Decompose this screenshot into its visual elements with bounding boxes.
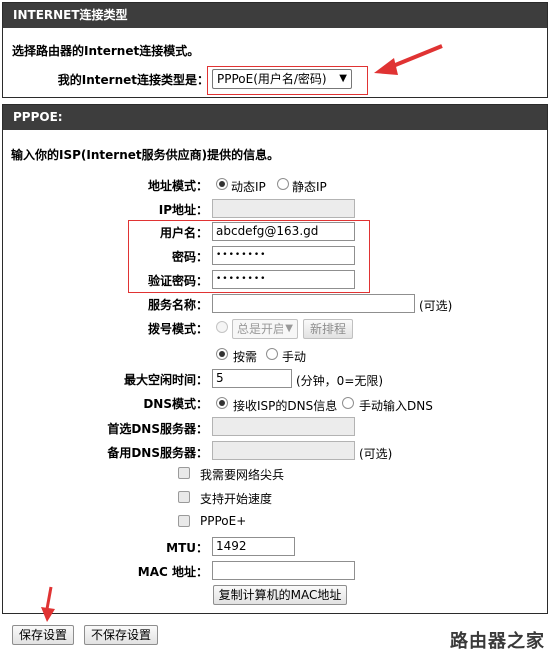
net-sentinel-checkbox[interactable] <box>178 467 190 479</box>
pppoe-section-description: 输入你的ISP(Internet服务供应商)提供的信息。 <box>11 148 280 162</box>
dont-save-settings-button[interactable]: 不保存设置 <box>84 625 158 645</box>
annotation-arrow-icon <box>374 44 443 75</box>
max-idle-input[interactable]: 5 <box>212 369 292 388</box>
watermark-logo: 路由器之家 <box>450 631 545 652</box>
mtu-input[interactable]: 1492 <box>212 537 295 556</box>
address-mode-label: 地址模式： <box>147 179 208 193</box>
dns-from-isp-label: 接收ISP的DNS信息 <box>233 399 338 413</box>
pppoe-plus-checkbox[interactable] <box>178 515 190 527</box>
start-speed-label: 支持开始速度 <box>200 492 273 506</box>
ip-address-input[interactable] <box>212 199 355 218</box>
static-ip-label: 静态IP <box>292 180 327 194</box>
secondary-dns-optional-note: (可选) <box>359 447 393 461</box>
mac-address-label: MAC 地址： <box>137 565 208 579</box>
internet-section-header: INTERNET连接类型 <box>3 3 547 28</box>
primary-dns-input[interactable] <box>212 417 355 436</box>
secondary-dns-label: 备用DNS服务器： <box>107 446 208 460</box>
service-name-optional-note: (可选) <box>419 299 453 313</box>
dynamic-ip-radio[interactable] <box>216 178 228 190</box>
new-schedule-button[interactable]: 新排程 <box>303 319 353 339</box>
start-speed-checkbox[interactable] <box>178 491 190 503</box>
primary-dns-label: 首选DNS服务器： <box>107 422 208 436</box>
save-settings-button[interactable]: 保存设置 <box>12 625 74 645</box>
dns-manual-radio[interactable] <box>342 397 354 409</box>
pppoe-plus-label: PPPoE+ <box>200 514 247 528</box>
dropdown-arrow-icon: ▼ <box>285 323 293 334</box>
annotation-box-credentials <box>128 220 370 293</box>
schedule-select[interactable]: 总是开启 ▼ <box>232 319 298 339</box>
annotation-box-connection-type <box>207 66 368 95</box>
max-idle-note: (分钟，0=无限) <box>296 374 384 388</box>
pppoe-section-header: PPPOE: <box>3 105 547 130</box>
internet-section-description: 选择路由器的Internet连接模式。 <box>12 44 200 58</box>
service-name-input[interactable] <box>212 294 415 313</box>
ip-address-label: IP地址： <box>158 203 208 217</box>
mtu-label: MTU： <box>166 541 208 555</box>
on-demand-radio[interactable] <box>216 348 228 360</box>
dns-mode-label: DNS模式： <box>143 397 208 411</box>
max-idle-label: 最大空闲时间： <box>123 373 208 387</box>
service-name-label: 服务名称： <box>147 298 208 312</box>
schedule-radio[interactable] <box>216 321 228 333</box>
dial-mode-label: 拨号模式： <box>147 322 208 336</box>
schedule-value: 总是开启 <box>237 322 283 336</box>
dynamic-ip-label: 动态IP <box>231 180 266 194</box>
dns-from-isp-radio[interactable] <box>216 397 228 409</box>
net-sentinel-label: 我需要网络尖兵 <box>200 468 285 482</box>
manual-dial-radio[interactable] <box>266 348 278 360</box>
clone-mac-button[interactable]: 复制计算机的MAC地址 <box>213 585 347 605</box>
mac-address-input[interactable] <box>212 561 355 580</box>
connection-type-label: 我的Internet连接类型是： <box>57 73 209 87</box>
on-demand-label: 按需 <box>233 350 258 364</box>
annotation-arrow-icon <box>41 586 55 622</box>
static-ip-radio[interactable] <box>277 178 289 190</box>
secondary-dns-input[interactable] <box>212 441 355 460</box>
dns-manual-label: 手动输入DNS <box>359 399 433 413</box>
manual-dial-label: 手动 <box>282 350 307 364</box>
